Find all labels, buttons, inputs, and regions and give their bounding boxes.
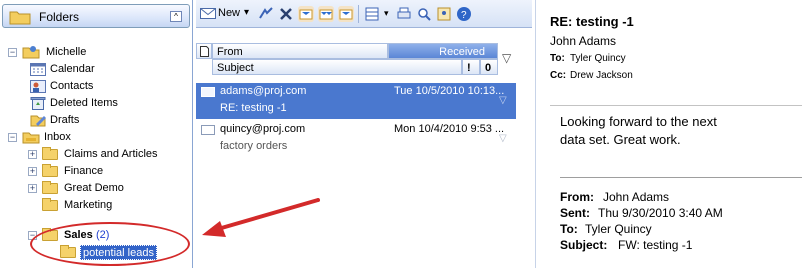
- message-from: quincy@proj.com: [220, 123, 306, 135]
- find-icon[interactable]: [416, 6, 432, 22]
- cc-recipient[interactable]: Drew Jackson: [570, 70, 633, 81]
- body-line: data set. Great work.: [560, 132, 681, 147]
- svg-text:?: ?: [461, 10, 467, 21]
- message-from: adams@proj.com: [220, 85, 307, 97]
- folder-icon: [42, 147, 58, 160]
- inbox-label: Inbox: [44, 131, 71, 143]
- message-row[interactable]: adams@proj.com Tue 10/5/2010 10:13... RE…: [196, 83, 516, 119]
- deleted-items-label: Deleted Items: [50, 97, 118, 109]
- message-subject: RE: testing -1: [220, 102, 287, 114]
- finance-label: Finance: [64, 165, 104, 177]
- reading-sender: John Adams: [550, 34, 617, 48]
- expand-expander-icon[interactable]: +: [28, 184, 37, 193]
- move-to-folder-icon[interactable]: [258, 6, 274, 22]
- folders-header: Folders ^: [2, 4, 190, 28]
- to-label: To:: [550, 53, 565, 64]
- view-icon[interactable]: [364, 6, 380, 22]
- folders-title: Folders: [39, 10, 80, 24]
- open-envelope-icon: [201, 87, 215, 97]
- new-mail-icon: [200, 6, 216, 23]
- flag-icon[interactable]: ▽: [499, 95, 511, 106]
- sent-value: Thu 9/30/2010 3:40 AM: [598, 206, 723, 220]
- reply-all-icon[interactable]: [318, 6, 334, 22]
- subject-column-header[interactable]: Subject: [212, 59, 462, 75]
- folder-icon: [42, 181, 58, 194]
- tree-item-marketing[interactable]: Marketing: [28, 197, 188, 214]
- received-column-header[interactable]: Received: [388, 43, 498, 59]
- contacts-label: Contacts: [50, 80, 94, 92]
- message-row[interactable]: quincy@proj.com Mon 10/4/2010 9:53 ... f…: [196, 121, 516, 157]
- body-divider: [560, 177, 802, 178]
- folder-pane: Folders ^ − Michelle Calendar Contacts D…: [0, 0, 193, 268]
- toolbar-divider: [358, 5, 359, 23]
- subject2-value: FW: testing -1: [618, 238, 693, 252]
- attachment-column-header[interactable]: 0: [480, 59, 498, 75]
- collapse-expander-icon[interactable]: −: [8, 133, 17, 142]
- importance-column-header[interactable]: !: [462, 59, 480, 75]
- from-value: John Adams: [603, 190, 670, 204]
- to-recipient[interactable]: Tyler Quincy: [570, 53, 626, 64]
- new-button-label: New: [218, 7, 241, 19]
- annotation-circle: [30, 222, 190, 266]
- message-date: Tue 10/5/2010 10:13...: [394, 85, 505, 97]
- to2-value: Tyler Quincy: [585, 222, 652, 236]
- from-label: From:: [560, 190, 594, 204]
- open-envelope-icon: [201, 125, 215, 135]
- address-book-icon[interactable]: [436, 6, 452, 22]
- body-line: Looking forward to the next: [560, 114, 717, 129]
- tree-item-contacts[interactable]: Contacts: [30, 78, 180, 95]
- flag-icon[interactable]: ▽: [499, 133, 511, 144]
- folder-icon: [42, 198, 58, 211]
- help-icon[interactable]: ?: [456, 6, 472, 22]
- tree-item-claims-and-articles[interactable]: + Claims and Articles: [28, 146, 188, 163]
- print-icon[interactable]: [396, 6, 412, 22]
- tree-item-inbox[interactable]: − Inbox: [8, 129, 158, 146]
- reading-pane: RE: testing -1 John Adams To: Tyler Quin…: [535, 0, 802, 268]
- great-demo-label: Great Demo: [64, 182, 124, 194]
- collapse-expander-icon[interactable]: −: [8, 48, 17, 57]
- tree-item-account[interactable]: − Michelle: [8, 44, 158, 61]
- chevron-down-icon[interactable]: ▾: [244, 7, 249, 18]
- icon-column-header[interactable]: [196, 43, 212, 59]
- collapse-pane-button[interactable]: ^: [170, 11, 182, 22]
- calendar-label: Calendar: [50, 63, 95, 75]
- delete-icon[interactable]: [278, 6, 294, 22]
- folders-icon: [9, 8, 31, 25]
- new-button[interactable]: New ▾: [200, 5, 254, 23]
- account-label: Michelle: [46, 46, 87, 58]
- message-subject: factory orders: [220, 140, 288, 152]
- claims-label: Claims and Articles: [64, 148, 158, 160]
- tree-item-deleted-items[interactable]: Deleted Items: [30, 95, 180, 112]
- from-column-header[interactable]: From: [212, 43, 388, 59]
- forward-icon[interactable]: [338, 6, 354, 22]
- column-headers: From Received Subject ! 0 ▽: [196, 43, 532, 75]
- tree-item-finance[interactable]: + Finance: [28, 163, 188, 180]
- expand-expander-icon[interactable]: +: [28, 167, 37, 176]
- mailbox-icon: [22, 45, 40, 59]
- message-date: Mon 10/4/2010 9:53 ...: [394, 123, 505, 135]
- reading-subject: RE: testing -1: [550, 14, 634, 29]
- reply-icon[interactable]: [298, 6, 314, 22]
- header-divider: [550, 105, 802, 106]
- sent-label: Sent:: [560, 206, 590, 220]
- cc-label: Cc:: [550, 70, 567, 81]
- chevron-down-icon[interactable]: ▾: [384, 8, 389, 19]
- marketing-label: Marketing: [64, 199, 113, 211]
- to2-label: To:: [560, 222, 578, 236]
- tree-item-calendar[interactable]: Calendar: [30, 61, 180, 78]
- expand-expander-icon[interactable]: +: [28, 150, 37, 159]
- subject2-label: Subject:: [560, 238, 608, 252]
- annotation-arrow: [202, 198, 320, 237]
- toolbar: New ▾ ▾ ?: [196, 0, 532, 28]
- folder-icon: [42, 164, 58, 177]
- tree-item-great-demo[interactable]: + Great Demo: [28, 180, 188, 197]
- filter-icon[interactable]: ▽: [502, 51, 511, 65]
- tree-item-drafts[interactable]: Drafts: [30, 112, 180, 129]
- drafts-label: Drafts: [50, 114, 80, 126]
